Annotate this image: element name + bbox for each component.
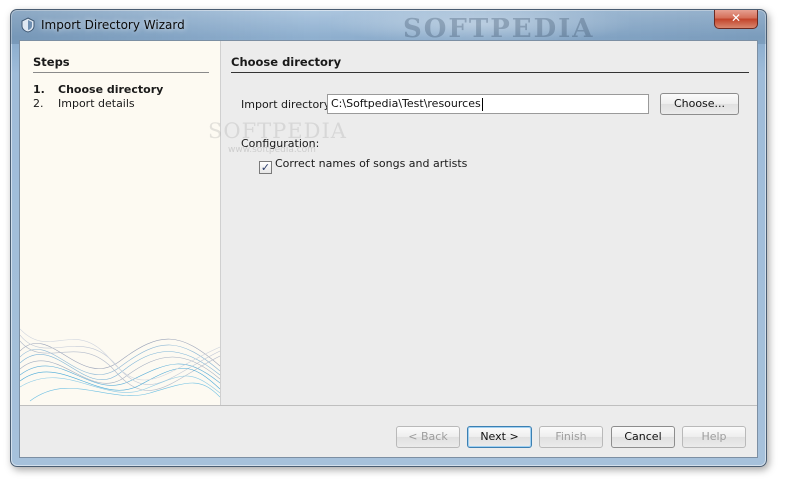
configuration-label: Configuration:	[241, 137, 320, 150]
wizard-window: SOFTPEDIA Import Directory Wizard ✕ Step…	[10, 9, 767, 467]
finish-button[interactable]: Finish	[539, 426, 603, 448]
choose-button[interactable]: Choose...	[660, 93, 739, 115]
close-icon: ✕	[730, 11, 742, 25]
import-directory-input[interactable]: C:\Softpedia\Test\resources	[327, 94, 649, 114]
content-heading: Choose directory	[231, 55, 749, 73]
correct-names-checkbox[interactable]: ✓	[259, 161, 272, 174]
choose-button-label: Choose...	[673, 97, 726, 110]
button-bar: < Back Next > Finish Cancel Help	[20, 406, 757, 457]
close-button[interactable]: ✕	[714, 10, 758, 29]
step-number: 2.	[33, 97, 44, 110]
correct-names-label[interactable]: Correct names of songs and artists	[275, 157, 467, 170]
check-icon: ✓	[260, 161, 271, 174]
back-button[interactable]: < Back	[396, 426, 460, 448]
step-number: 1.	[33, 83, 45, 96]
wave-art	[20, 328, 220, 402]
step-import-details: 2. Import details	[33, 97, 135, 110]
help-button[interactable]: Help	[682, 426, 746, 448]
cancel-button[interactable]: Cancel	[611, 426, 675, 448]
app-shield-icon	[21, 17, 35, 33]
step-label: Import details	[58, 97, 135, 110]
wizard-client-area: Steps 1. Choose directory 2. Import detail…	[19, 40, 758, 458]
import-directory-value: C:\Softpedia\Test\resources	[331, 97, 481, 110]
window-title: Import Directory Wizard	[41, 18, 185, 32]
step-choose-directory: 1. Choose directory	[33, 83, 163, 96]
steps-heading: Steps	[33, 55, 209, 73]
steps-panel: Steps 1. Choose directory 2. Import detail…	[20, 41, 220, 405]
step-label: Choose directory	[58, 83, 164, 96]
text-caret	[481, 97, 483, 111]
next-button[interactable]: Next >	[467, 426, 532, 448]
import-directory-label: Import directory:	[241, 98, 334, 111]
content-panel: SOFTPEDIA www.softpedia.com Choose direc…	[208, 41, 757, 405]
